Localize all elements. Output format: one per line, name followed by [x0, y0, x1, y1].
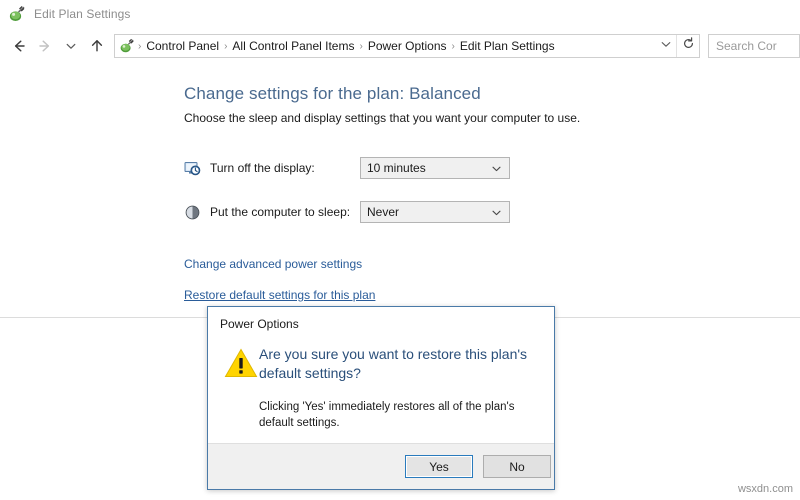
recent-locations-button[interactable]	[58, 32, 84, 60]
dialog-no-label: No	[509, 459, 525, 474]
page-title: Change settings for the plan: Balanced	[184, 84, 481, 103]
chevron-down-icon	[487, 207, 509, 218]
power-options-dialog: Power Options Are you sure you want to r…	[207, 306, 555, 490]
display-timeout-value: 10 minutes	[367, 161, 426, 175]
forward-arrow-icon	[37, 38, 53, 54]
sleep-moon-icon	[184, 204, 201, 221]
breadcrumb-item-power-options[interactable]: Power Options	[364, 39, 451, 53]
watermark: wsxdn.com	[737, 483, 793, 495]
chevron-down-icon	[660, 37, 672, 55]
setting-label-sleep: Put the computer to sleep:	[210, 205, 351, 219]
breadcrumb: › Control Panel › All Control Panel Item…	[137, 39, 656, 53]
dialog-footer: Yes No	[208, 443, 554, 489]
content-area: Change settings for the plan: Balanced C…	[0, 64, 800, 318]
dialog-yes-button[interactable]: Yes	[405, 455, 473, 478]
search-input[interactable]: Search Cor	[709, 39, 777, 53]
forward-button[interactable]	[32, 32, 58, 60]
power-plug-icon	[8, 5, 26, 23]
refresh-button[interactable]	[676, 35, 699, 57]
dialog-no-button[interactable]: No	[483, 455, 551, 478]
dialog-yes-label: Yes	[429, 459, 449, 474]
breadcrumb-item-edit-plan-settings[interactable]: Edit Plan Settings	[456, 39, 559, 53]
page-subtitle: Choose the sleep and display settings th…	[184, 111, 581, 125]
up-arrow-icon	[89, 38, 105, 54]
dialog-body: Are you sure you want to restore this pl…	[208, 339, 554, 444]
back-arrow-icon	[11, 38, 27, 54]
display-clock-icon	[184, 160, 201, 177]
warning-triangle-icon	[224, 347, 258, 379]
setting-row: Turn off the display:	[184, 156, 315, 180]
back-button[interactable]	[6, 32, 32, 60]
link-restore-default-settings[interactable]: Restore default settings for this plan	[184, 288, 375, 302]
dialog-message: Clicking 'Yes' immediately restores all …	[259, 401, 515, 429]
power-plug-icon	[119, 38, 135, 54]
sleep-timeout-dropdown[interactable]: Never	[360, 201, 510, 223]
setting-label-display: Turn off the display:	[210, 161, 315, 175]
navigation-bar: › Control Panel › All Control Panel Item…	[0, 28, 800, 64]
dialog-heading: Are you sure you want to restore this pl…	[259, 346, 528, 381]
address-bar[interactable]: › Control Panel › All Control Panel Item…	[114, 34, 700, 58]
address-dropdown-button[interactable]	[656, 35, 676, 57]
chevron-down-icon	[487, 163, 509, 174]
setting-row: Put the computer to sleep:	[184, 200, 350, 224]
link-change-advanced-power-settings[interactable]: Change advanced power settings	[184, 257, 362, 271]
explorer-window: Edit Plan Settings › Control Panel › All…	[0, 0, 800, 500]
breadcrumb-item-all-control-panel-items[interactable]: All Control Panel Items	[228, 39, 358, 53]
title-bar: Edit Plan Settings	[0, 0, 800, 28]
search-box[interactable]: Search Cor	[708, 34, 800, 58]
refresh-icon	[682, 37, 695, 55]
sleep-timeout-value: Never	[367, 205, 400, 219]
window-title: Edit Plan Settings	[34, 7, 131, 21]
display-timeout-dropdown[interactable]: 10 minutes	[360, 157, 510, 179]
up-button[interactable]	[84, 32, 110, 60]
address-bar-controls	[656, 35, 699, 57]
breadcrumb-item-control-panel[interactable]: Control Panel	[142, 39, 223, 53]
dialog-title: Power Options	[220, 317, 299, 331]
chevron-down-icon	[65, 40, 77, 52]
